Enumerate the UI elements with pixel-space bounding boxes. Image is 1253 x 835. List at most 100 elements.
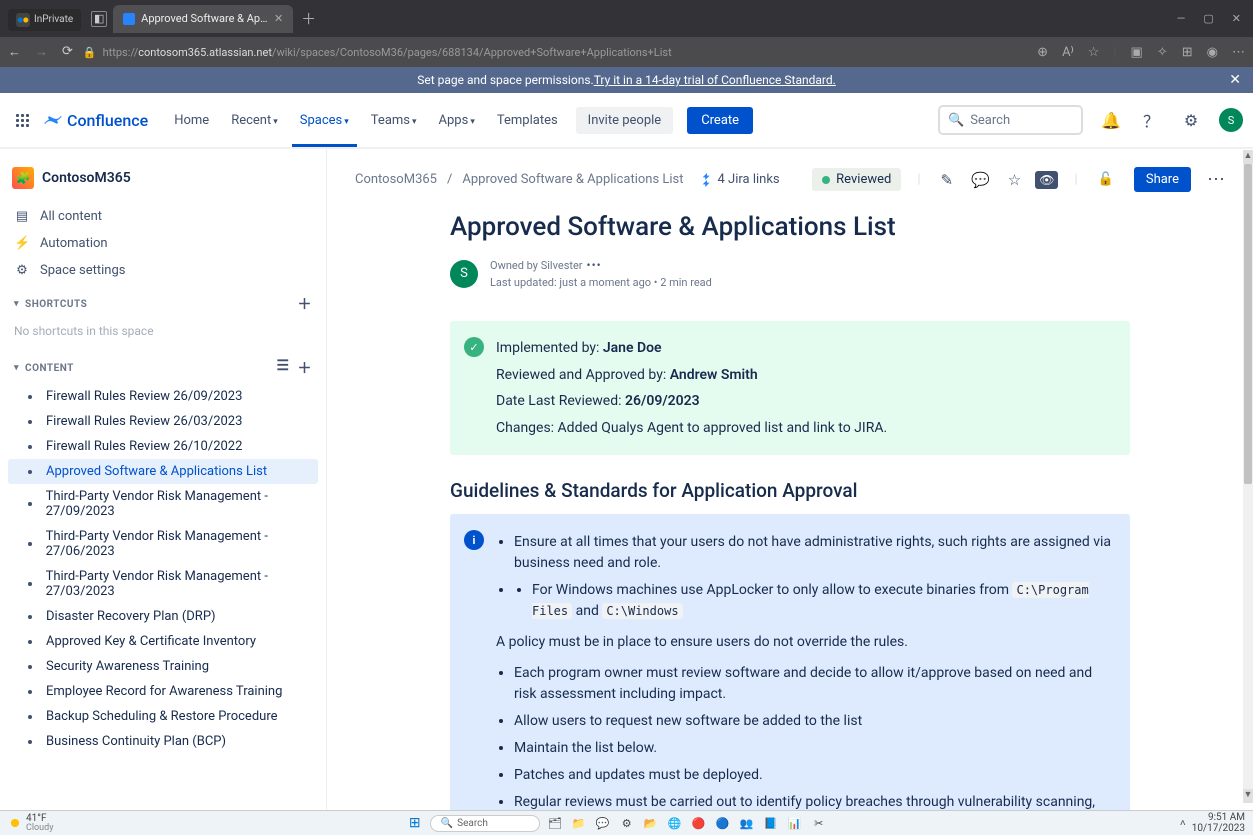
browser-tab[interactable]: Approved Software & Applicatio ✕ — [113, 5, 293, 33]
nav-home[interactable]: Home — [166, 107, 217, 134]
nav-apps[interactable]: Apps▾ — [431, 107, 483, 134]
addr-icon[interactable]: ▣ — [1131, 45, 1143, 60]
clock[interactable]: 9:51 AM10/17/2023 — [1192, 812, 1245, 834]
tray-chevron-icon[interactable]: ˄ — [1180, 818, 1186, 829]
close-window-button[interactable]: ✕ — [1232, 12, 1241, 25]
banner-link[interactable]: Try it in a 14-day trial of Confluence S… — [594, 73, 836, 87]
bullet-icon — [28, 445, 32, 449]
tab-title: Approved Software & Applicatio — [141, 12, 268, 25]
edge-icon[interactable]: 🌐 — [666, 814, 684, 832]
scroll-thumb[interactable] — [1244, 164, 1252, 484]
add-content-button[interactable]: ＋ — [298, 358, 313, 378]
confluence-navbar: Confluence Home Recent▾ Spaces▾ Teams▾ A… — [0, 93, 1253, 149]
sidebar-automation[interactable]: ⚡ Automation — [8, 230, 318, 257]
tree-page-item[interactable]: Approved Software & Applications List — [8, 459, 318, 484]
new-tab-button[interactable]: ＋ — [301, 8, 316, 29]
breadcrumb-space[interactable]: ContosoM365 — [355, 172, 437, 187]
search-input[interactable]: 🔍 Search — [938, 105, 1083, 135]
add-shortcut-button[interactable]: ＋ — [298, 294, 313, 314]
maximize-button[interactable]: ▢ — [1203, 12, 1213, 25]
nav-recent[interactable]: Recent▾ — [223, 107, 286, 134]
changes-text: Changes: Added Qualys Agent to approved … — [496, 415, 1116, 442]
start-button[interactable]: ⊞ — [406, 814, 424, 832]
star-button[interactable]: ☆ — [1004, 171, 1025, 189]
sidebar-all-content[interactable]: ▤ All content — [8, 203, 318, 230]
owner-avatar[interactable]: S — [450, 260, 478, 288]
tab-close-button[interactable]: ✕ — [274, 12, 283, 25]
watch-button[interactable]: 👁 — [1035, 171, 1058, 189]
nav-templates[interactable]: Templates — [489, 107, 566, 134]
chevron-down-icon: ▾ — [14, 299, 19, 309]
tree-page-item[interactable]: Security Awareness Training — [8, 654, 318, 679]
refresh-button[interactable]: ⟳ — [62, 44, 73, 60]
scroll-up-icon[interactable]: ▲ — [1243, 150, 1253, 164]
tree-page-item[interactable]: Approved Key & Certificate Inventory — [8, 629, 318, 654]
bullet-icon — [28, 542, 32, 546]
favorite-icon[interactable]: ☆ — [1088, 45, 1100, 60]
taskbar-search[interactable]: 🔍Search — [430, 815, 540, 832]
forward-button[interactable]: → — [35, 44, 48, 60]
task-icon[interactable]: 💬 — [594, 814, 612, 832]
task-icon[interactable]: 📂 — [642, 814, 660, 832]
content-section[interactable]: ▾ CONTENT ☰ ＋ — [8, 348, 318, 384]
zoom-icon[interactable]: ⊕ — [1037, 45, 1048, 60]
tree-page-item[interactable]: Firewall Rules Review 26/10/2022 — [8, 434, 318, 459]
task-icon[interactable]: 🔵 — [714, 814, 732, 832]
owner-more-button[interactable]: ••• — [587, 258, 602, 272]
share-button[interactable]: Share — [1134, 167, 1191, 192]
task-icon[interactable]: 📁 — [570, 814, 588, 832]
more-menu-button[interactable]: ⋯ — [1232, 45, 1245, 60]
comment-button[interactable]: 💬 — [967, 171, 994, 189]
policy-bullet: Allow users to request new software be a… — [514, 711, 1116, 732]
jira-links[interactable]: 4 Jira links — [700, 172, 780, 187]
tree-page-item[interactable]: Firewall Rules Review 26/03/2023 — [8, 409, 318, 434]
breadcrumb-page[interactable]: Approved Software & Applications List — [462, 172, 683, 187]
edit-button[interactable]: ✎ — [937, 171, 958, 189]
collections-icon[interactable]: ◧ — [91, 11, 107, 27]
shortcuts-section[interactable]: ▾ SHORTCUTS ＋ — [8, 284, 318, 320]
chrome-icon[interactable]: 🔴 — [690, 814, 708, 832]
create-button[interactable]: Create — [687, 107, 753, 134]
vertical-scrollbar[interactable]: ▲ ▼ — [1243, 150, 1253, 803]
space-header[interactable]: 🧩 ContosoM365 — [8, 161, 318, 195]
settings-icon[interactable]: ⚙ — [1179, 108, 1203, 132]
nav-teams[interactable]: Teams▾ — [363, 107, 425, 134]
tree-page-item[interactable]: Business Continuity Plan (BCP) — [8, 729, 318, 754]
profile-icon[interactable]: ◉ — [1207, 45, 1218, 60]
tree-page-item[interactable]: Firewall Rules Review 26/09/2023 — [8, 384, 318, 409]
minimize-button[interactable]: — — [1177, 12, 1186, 25]
tree-page-item[interactable]: Backup Scheduling & Restore Procedure — [8, 704, 318, 729]
tree-page-item[interactable]: Third-Party Vendor Risk Management - 27/… — [8, 524, 318, 564]
back-button[interactable]: ← — [8, 44, 21, 60]
snip-icon[interactable]: ✂ — [810, 814, 828, 832]
tree-page-item[interactable]: Third-Party Vendor Risk Management - 27/… — [8, 484, 318, 524]
task-icon[interactable]: 📊 — [786, 814, 804, 832]
scroll-down-icon[interactable]: ▼ — [1243, 789, 1253, 803]
nav-spaces[interactable]: Spaces▾ — [292, 107, 357, 134]
teams-icon[interactable]: 👥 — [738, 814, 756, 832]
weather-widget[interactable]: 41°FCloudy — [8, 813, 53, 834]
read-aloud-icon[interactable]: A⁾ — [1062, 45, 1074, 60]
sidebar-space-settings[interactable]: ⚙ Space settings — [8, 257, 318, 284]
notifications-icon[interactable]: 🔔 — [1099, 108, 1123, 132]
restrictions-button[interactable]: 🔓 — [1094, 172, 1118, 187]
url-input[interactable]: 🔒 https://contosom365.atlassian.net/wiki… — [83, 46, 1027, 59]
addr-icon[interactable]: ✧ — [1157, 45, 1168, 60]
task-icon[interactable]: ⚙ — [618, 814, 636, 832]
tree-page-item[interactable]: Employee Record for Awareness Training — [8, 679, 318, 704]
extensions-icon[interactable]: ⊞ — [1182, 45, 1193, 60]
reviewed-badge[interactable]: Reviewed — [812, 168, 901, 191]
more-actions-button[interactable]: ⋯ — [1207, 169, 1225, 190]
tree-page-item[interactable]: Disaster Recovery Plan (DRP) — [8, 604, 318, 629]
app-switcher-button[interactable] — [16, 114, 29, 127]
invite-button[interactable]: Invite people — [576, 107, 674, 134]
profile-avatar[interactable]: S — [1219, 108, 1243, 132]
help-icon[interactable]: ？ — [1139, 108, 1163, 132]
word-icon[interactable]: 📘 — [762, 814, 780, 832]
filter-icon[interactable]: ☰ — [276, 358, 289, 378]
tab-favicon-icon — [123, 13, 135, 25]
banner-close-button[interactable]: ✕ — [1229, 72, 1241, 88]
confluence-logo[interactable]: Confluence — [43, 110, 148, 130]
tree-page-item[interactable]: Third-Party Vendor Risk Management - 27/… — [8, 564, 318, 604]
task-icon[interactable]: 🗂 — [546, 814, 564, 832]
